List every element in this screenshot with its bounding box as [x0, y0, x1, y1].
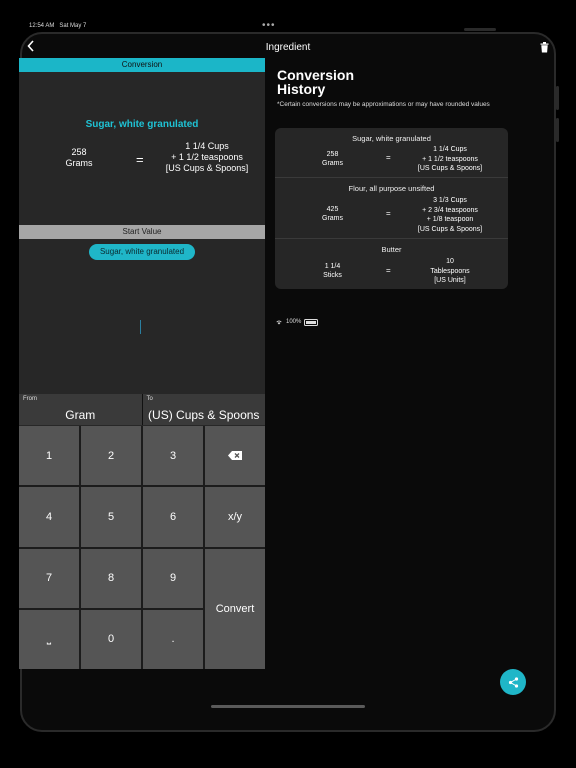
history-item-from: 1 1/4 Sticks [323, 263, 342, 279]
history-item-to: 3 1/3 Cups + 2 3/4 teaspoons + 1/8 teaspoo… [417, 197, 483, 233]
convert-button[interactable]: Convert [205, 548, 265, 669]
history-item-title: Flour, all purpose unsifted [348, 184, 435, 193]
status-time: 12:54 AM Sat May 7 [29, 23, 87, 29]
result-equals: = [136, 152, 144, 167]
key-3[interactable]: 3 [143, 426, 203, 486]
history-item[interactable]: Butter 1 1/4 Sticks = 10 Tablespoons [US Un… [275, 239, 508, 289]
history-item-title: Butter [381, 245, 402, 254]
history-item-title: Sugar, white granulated [352, 134, 431, 143]
to-unit-button[interactable]: To (US) Cups & Spoons [142, 394, 265, 425]
ingredient-title: Sugar, white granulated [85, 119, 199, 130]
history-list: Sugar, white granulated 258 Grams = 1 1/4… [275, 128, 508, 289]
result-to-line2: + 1 1/2 teaspoons [171, 152, 243, 162]
history-item-to: 1 1/4 Cups + 1 1/2 teaspoons [US Cups & Sp… [417, 146, 483, 172]
key-9[interactable]: 9 [143, 548, 203, 608]
key-6[interactable]: 6 [143, 487, 203, 547]
history-item-equals: = [386, 209, 391, 218]
converter-panel: Conversion Sugar, white granulated 258 G… [19, 58, 265, 669]
unit-selector: From Gram To (US) Cups & Spoons [19, 394, 265, 425]
nav-bar: Ingredient [0, 38, 576, 58]
trash-icon[interactable] [540, 42, 549, 53]
history-item[interactable]: Sugar, white granulated 258 Grams = 1 1/4… [275, 128, 508, 178]
page-title: Ingredient [265, 42, 311, 53]
key-5[interactable]: 5 [81, 487, 141, 547]
history-item-from: 258 Grams [322, 151, 343, 167]
text-cursor [140, 320, 141, 334]
share-button[interactable] [500, 669, 526, 695]
to-value: (US) Cups & Spoons [148, 408, 260, 422]
key-1[interactable]: 1 [19, 426, 79, 486]
result-from-unit: Grams [65, 158, 93, 168]
conversion-header: Conversion [19, 58, 265, 72]
key-2[interactable]: 2 [81, 426, 141, 486]
space-button[interactable]: ⎵ [19, 609, 79, 669]
backspace-button[interactable] [205, 426, 265, 486]
history-item[interactable]: Flour, all purpose unsifted 425 Grams = 3… [275, 178, 508, 239]
fraction-button[interactable]: x/y [205, 487, 265, 547]
result-to-line3: [US Cups & Spoons] [165, 163, 249, 173]
start-value-header: Start Value [19, 225, 265, 239]
multitask-dots[interactable]: ••• [262, 20, 276, 31]
home-indicator [211, 705, 365, 708]
history-item-equals: = [386, 153, 391, 162]
history-title: Conversion History [277, 67, 355, 97]
history-note: *Certain conversions may be approximatio… [277, 101, 490, 108]
key-4[interactable]: 4 [19, 487, 79, 547]
key-8[interactable]: 8 [81, 548, 141, 608]
result-from-value: 258 [71, 147, 87, 157]
history-panel: Conversion History *Certain conversions … [275, 58, 515, 658]
history-item-from: 425 Grams [322, 206, 343, 222]
key-7[interactable]: 7 [19, 548, 79, 608]
result-to: 1 1/4 Cups + 1 1/2 teaspoons [US Cups & … [157, 141, 257, 174]
backspace-icon [228, 451, 242, 461]
result-to-line1: 1 1/4 Cups [185, 141, 229, 151]
status-bar: 12:54 AM Sat May 7 ••• 100% [0, 20, 576, 326]
result-from: 258 Grams [49, 147, 109, 169]
share-icon [508, 676, 518, 688]
decimal-button[interactable]: . [143, 609, 203, 669]
history-item-equals: = [386, 266, 391, 275]
ingredient-chip[interactable]: Sugar, white granulated [89, 244, 195, 260]
from-value: Gram [65, 408, 96, 422]
from-unit-button[interactable]: From Gram [19, 394, 142, 425]
key-0[interactable]: 0 [81, 609, 141, 669]
to-label: To [146, 396, 153, 402]
history-item-to: 10 Tablespoons [US Units] [430, 258, 470, 284]
keypad: 1 2 3 4 5 6 x/y 7 8 9 Convert ⎵ 0 . [19, 426, 265, 669]
from-label: From [23, 396, 37, 402]
